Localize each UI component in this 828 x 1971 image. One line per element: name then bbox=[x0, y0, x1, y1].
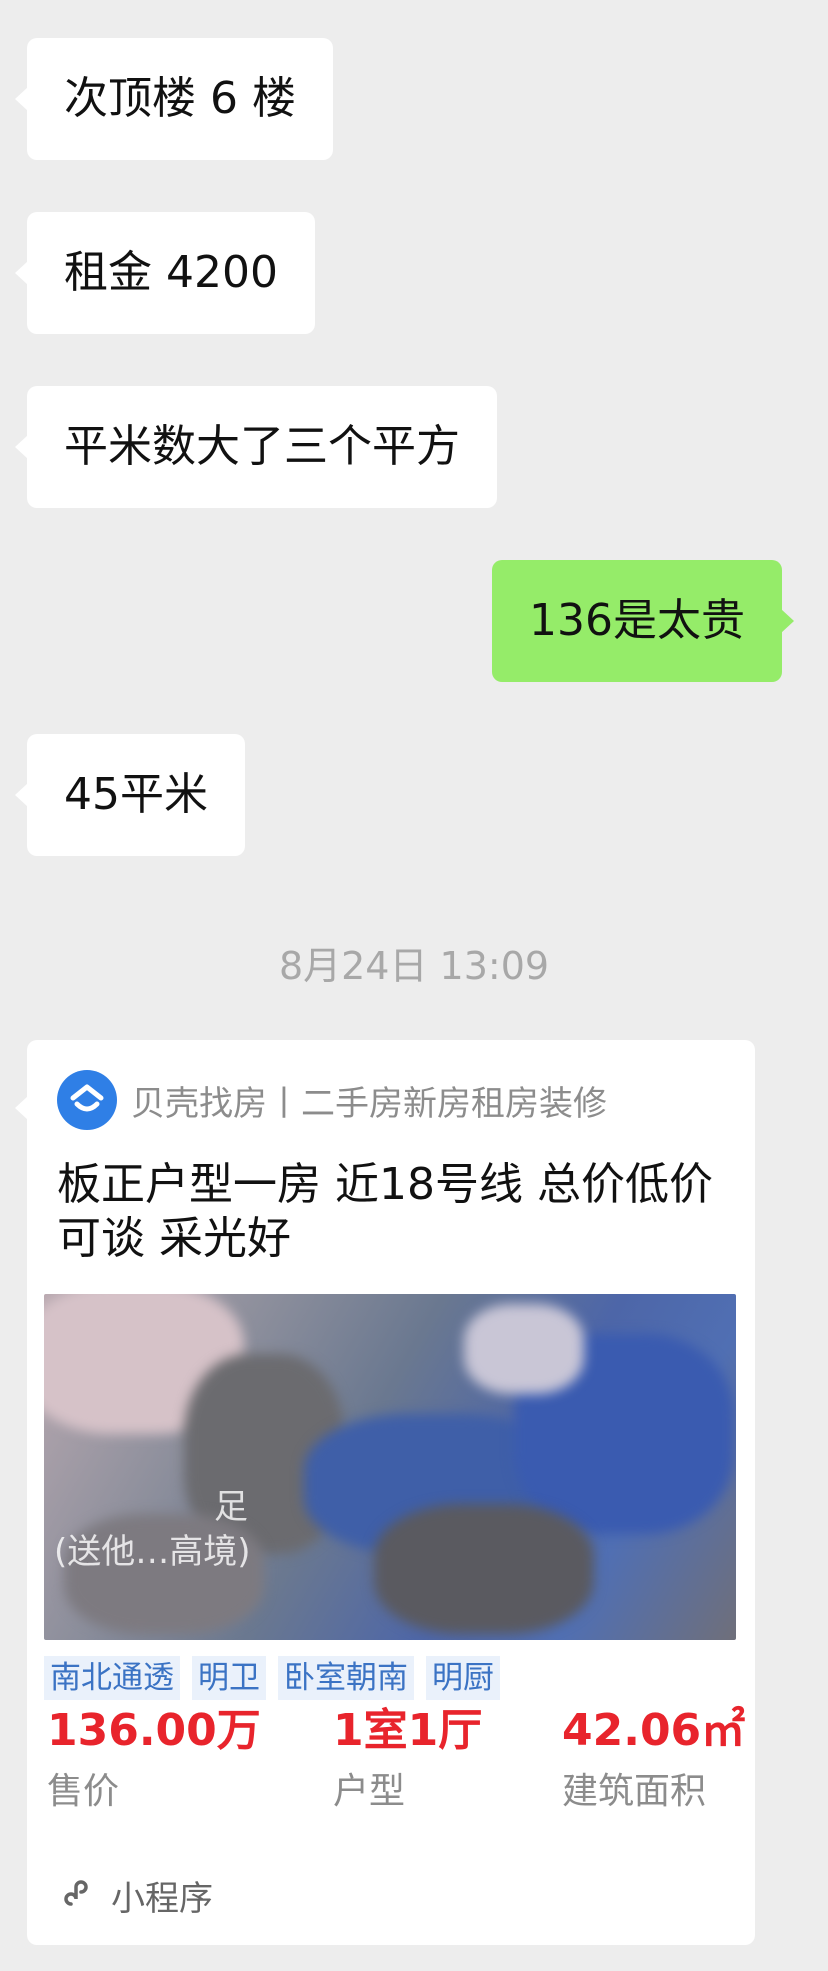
feature-tag: 卧室朝南 bbox=[278, 1656, 414, 1700]
listing-title: 板正户型一房 近18号线 总价低价可谈 采光好 bbox=[57, 1159, 713, 1264]
card-source: 贝壳找房丨二手房新房租房装修 bbox=[57, 1070, 607, 1130]
card-footer: 小程序 bbox=[59, 1870, 213, 1920]
mini-program-label: 小程序 bbox=[111, 1878, 213, 1919]
message-bubble-sent[interactable]: 136是太贵 bbox=[492, 560, 794, 682]
area-label: 建筑面积 bbox=[562, 1771, 707, 1812]
mini-program-card[interactable]: 贝壳找房丨二手房新房租房装修 板正户型一房 近18号线 总价低价可谈 采光好 足… bbox=[15, 1040, 755, 1945]
message-text: 136是太贵 bbox=[529, 595, 745, 646]
layout-label: 户型 bbox=[333, 1771, 406, 1812]
feature-tag: 明卫 bbox=[192, 1656, 266, 1700]
mini-program-icon bbox=[59, 1874, 97, 1916]
chat-timestamp: 8月24日 13:09 bbox=[278, 944, 550, 988]
card-source-name: 贝壳找房丨二手房新房租房装修 bbox=[131, 1083, 607, 1124]
beike-logo-icon bbox=[57, 1070, 117, 1130]
price-value: 136.00万 bbox=[47, 1705, 261, 1756]
message-bubble[interactable]: 45平米 bbox=[15, 734, 245, 856]
price-stat: 136.00万 售价 bbox=[47, 1700, 261, 1822]
message-text: 平米数大了三个平方 bbox=[64, 421, 460, 472]
message-text: 45平米 bbox=[64, 769, 208, 820]
area-value: 42.06㎡ bbox=[562, 1705, 746, 1756]
photo-watermark-text: 足 bbox=[214, 1487, 248, 1527]
feature-tag: 南北通透 bbox=[44, 1656, 180, 1700]
message-bubble[interactable]: 租金 4200 bbox=[15, 212, 315, 334]
photo-watermark-text: (送他…高境) bbox=[54, 1532, 251, 1572]
listing-photo[interactable]: 足 (送他…高境) bbox=[44, 1294, 736, 1640]
layout-value: 1室1厅 bbox=[333, 1705, 483, 1756]
feature-tags: 南北通透 明卫 卧室朝南 明厨 bbox=[44, 1656, 500, 1700]
message-text: 租金 4200 bbox=[64, 247, 278, 298]
message-text: 次顶楼 6 楼 bbox=[64, 73, 296, 124]
message-bubble[interactable]: 平米数大了三个平方 bbox=[15, 386, 497, 508]
area-stat: 42.06㎡ 建筑面积 bbox=[562, 1700, 745, 1822]
price-label: 售价 bbox=[47, 1771, 120, 1812]
message-bubble[interactable]: 次顶楼 6 楼 bbox=[15, 38, 333, 160]
feature-tag: 明厨 bbox=[426, 1656, 500, 1700]
layout-stat: 1室1厅 户型 bbox=[333, 1700, 482, 1822]
